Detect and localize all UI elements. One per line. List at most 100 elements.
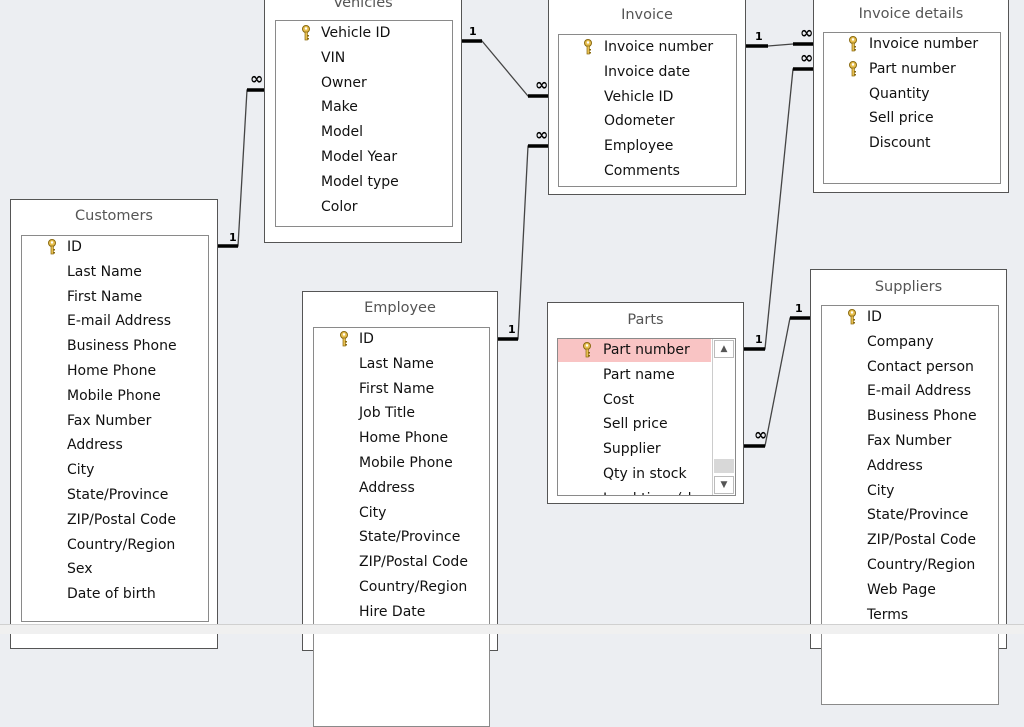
field-name: Fax Number bbox=[867, 433, 952, 449]
field-row[interactable]: Color bbox=[276, 196, 452, 219]
field-row[interactable]: E-mail Address bbox=[22, 310, 208, 333]
field-row[interactable]: Fax Number bbox=[822, 430, 998, 453]
field-row[interactable]: ID bbox=[22, 236, 208, 259]
relationship-line[interactable] bbox=[217, 89, 264, 247]
field-row[interactable]: ZIP/Postal Code bbox=[822, 529, 998, 552]
field-row[interactable]: Last Name bbox=[22, 261, 208, 284]
field-name: Comments bbox=[604, 163, 680, 179]
field-name: Last Name bbox=[359, 355, 434, 372]
field-row[interactable]: Lead time (days) bbox=[558, 488, 721, 495]
field-row[interactable]: State/Province bbox=[22, 484, 208, 507]
table-title[interactable]: Invoice details bbox=[814, 6, 1008, 22]
many-side-label: ∞ bbox=[535, 75, 548, 94]
field-row[interactable]: State/Province bbox=[314, 526, 489, 549]
field-row[interactable]: ID bbox=[314, 328, 489, 351]
scroll-down-arrow[interactable]: ▼ bbox=[714, 476, 734, 494]
field-name: City bbox=[359, 504, 387, 521]
field-name: Invoice number bbox=[869, 36, 979, 52]
field-row[interactable]: Business Phone bbox=[822, 405, 998, 428]
field-row[interactable]: Make bbox=[276, 96, 452, 119]
field-row[interactable]: State/Province bbox=[822, 504, 998, 527]
field-row[interactable]: Sell price bbox=[558, 413, 711, 436]
field-row[interactable]: Employee bbox=[559, 135, 736, 158]
relationship-line[interactable] bbox=[497, 145, 548, 340]
field-name: Country/Region bbox=[67, 536, 176, 553]
field-row[interactable]: E-mail Address bbox=[822, 380, 998, 403]
field-row[interactable]: Model type bbox=[276, 171, 452, 194]
field-row[interactable]: Home Phone bbox=[314, 427, 489, 450]
scrollbar-thumb[interactable] bbox=[714, 459, 734, 473]
table-title[interactable]: Parts bbox=[548, 312, 743, 328]
field-row[interactable]: Part number bbox=[824, 58, 1000, 81]
table-title[interactable]: Customers bbox=[11, 208, 217, 224]
table-title[interactable]: Suppliers bbox=[811, 279, 1006, 295]
field-row[interactable]: ZIP/Postal Code bbox=[314, 551, 489, 574]
field-row[interactable]: First Name bbox=[314, 378, 489, 401]
field-row[interactable]: VIN bbox=[276, 47, 452, 70]
field-row[interactable]: Company bbox=[822, 331, 998, 354]
field-row[interactable]: Qty in stock bbox=[558, 463, 711, 486]
field-row[interactable]: Sex bbox=[22, 558, 208, 581]
scrollbar[interactable]: ▲ ▼ bbox=[712, 339, 735, 495]
field-row[interactable]: Job Title bbox=[314, 402, 489, 425]
field-row[interactable]: Comments bbox=[559, 160, 736, 183]
field-row[interactable]: Discount bbox=[824, 132, 1000, 155]
field-row[interactable]: Business Phone bbox=[22, 335, 208, 358]
field-row[interactable]: Hire Date bbox=[314, 601, 489, 624]
field-row[interactable]: ZIP/Postal Code bbox=[22, 509, 208, 532]
field-row[interactable]: Quantity bbox=[824, 83, 1000, 106]
field-row[interactable]: Invoice date bbox=[559, 61, 736, 84]
field-row[interactable]: Mobile Phone bbox=[314, 452, 489, 475]
field-name: Address bbox=[67, 437, 123, 454]
field-row[interactable]: Model Year bbox=[276, 146, 452, 169]
field-row[interactable]: Part number bbox=[558, 339, 711, 362]
field-name: Fax Number bbox=[67, 412, 152, 429]
field-row[interactable]: Invoice number bbox=[824, 33, 1000, 56]
field-row[interactable]: Country/Region bbox=[822, 554, 998, 577]
scroll-up-arrow[interactable]: ▲ bbox=[714, 340, 734, 358]
field-row[interactable]: Odometer bbox=[559, 110, 736, 133]
table-vehicles[interactable]: Vehicles Vehicle ID VIN Owner Make Model Model… bbox=[264, 0, 462, 243]
field-row[interactable]: City bbox=[314, 502, 489, 525]
field-name: Company bbox=[867, 333, 934, 350]
field-row[interactable]: ID bbox=[822, 306, 998, 329]
table-title[interactable]: Invoice bbox=[549, 7, 745, 23]
field-row[interactable]: Home Phone bbox=[22, 360, 208, 383]
field-row[interactable]: City bbox=[22, 459, 208, 482]
table-suppliers[interactable]: Suppliers ID Company Contact person E-mail A… bbox=[810, 269, 1007, 705]
field-row[interactable]: Mobile Phone bbox=[22, 385, 208, 408]
field-row[interactable]: Vehicle ID bbox=[276, 22, 452, 45]
table-employee[interactable]: Employee ID Last Name First Name Job Title Ho… bbox=[302, 291, 498, 727]
table-title[interactable]: Employee bbox=[303, 300, 497, 316]
field-row[interactable]: Model bbox=[276, 121, 452, 144]
field-row[interactable]: Country/Region bbox=[314, 576, 489, 599]
table-customers[interactable]: Customers ID Last Name First Name E-mail Add… bbox=[10, 199, 218, 649]
field-row[interactable]: Address bbox=[314, 477, 489, 500]
field-row[interactable]: Supplier bbox=[558, 438, 711, 461]
table-title[interactable]: Vehicles bbox=[265, 0, 461, 11]
field-row[interactable]: Vehicle ID bbox=[559, 86, 736, 109]
field-row[interactable]: Address bbox=[822, 455, 998, 478]
field-row[interactable]: Contact person bbox=[822, 356, 998, 379]
field-row[interactable]: Cost bbox=[558, 389, 711, 412]
table-invoice-details[interactable]: Invoice details Invoice number Part number… bbox=[813, 0, 1009, 193]
field-name: State/Province bbox=[867, 507, 969, 524]
field-row[interactable]: Address bbox=[22, 434, 208, 457]
field-row[interactable]: Part name bbox=[558, 364, 711, 387]
field-row[interactable]: Fax Number bbox=[22, 410, 208, 433]
field-row[interactable]: Owner bbox=[276, 72, 452, 95]
field-row[interactable]: Date of birth bbox=[22, 583, 208, 606]
field-row[interactable]: Country/Region bbox=[22, 534, 208, 557]
one-side-label: 1 bbox=[229, 231, 237, 244]
table-parts[interactable]: Parts Part number Part name Cost Sell price S… bbox=[547, 302, 744, 504]
field-row[interactable]: First Name bbox=[22, 286, 208, 309]
field-row[interactable]: Last Name bbox=[314, 353, 489, 376]
field-name: Model Year bbox=[321, 149, 398, 165]
field-row[interactable]: Invoice number bbox=[559, 36, 736, 59]
field-row[interactable]: Sell price bbox=[824, 107, 1000, 130]
field-list: Vehicle ID VIN Owner Make Model Model Year Mod… bbox=[275, 20, 453, 227]
field-row[interactable]: City bbox=[822, 480, 998, 503]
table-invoice[interactable]: Invoice Invoice number Invoice date Vehicle… bbox=[548, 0, 746, 195]
field-name: Color bbox=[321, 198, 358, 215]
field-row[interactable]: Web Page bbox=[822, 579, 998, 602]
